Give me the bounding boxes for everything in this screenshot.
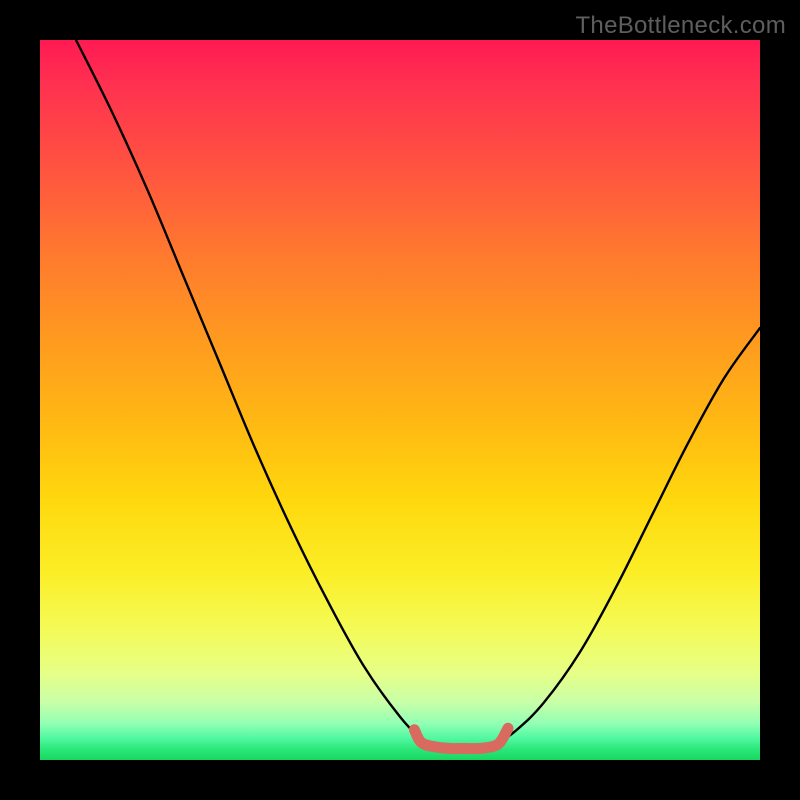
left-curve [76,40,436,746]
watermark-text: TheBottleneck.com [575,12,786,40]
curve-layer [40,40,760,760]
right-curve [494,328,760,746]
plot-area [40,40,760,760]
valley-marker [414,728,508,748]
chart-frame: TheBottleneck.com [0,0,800,800]
